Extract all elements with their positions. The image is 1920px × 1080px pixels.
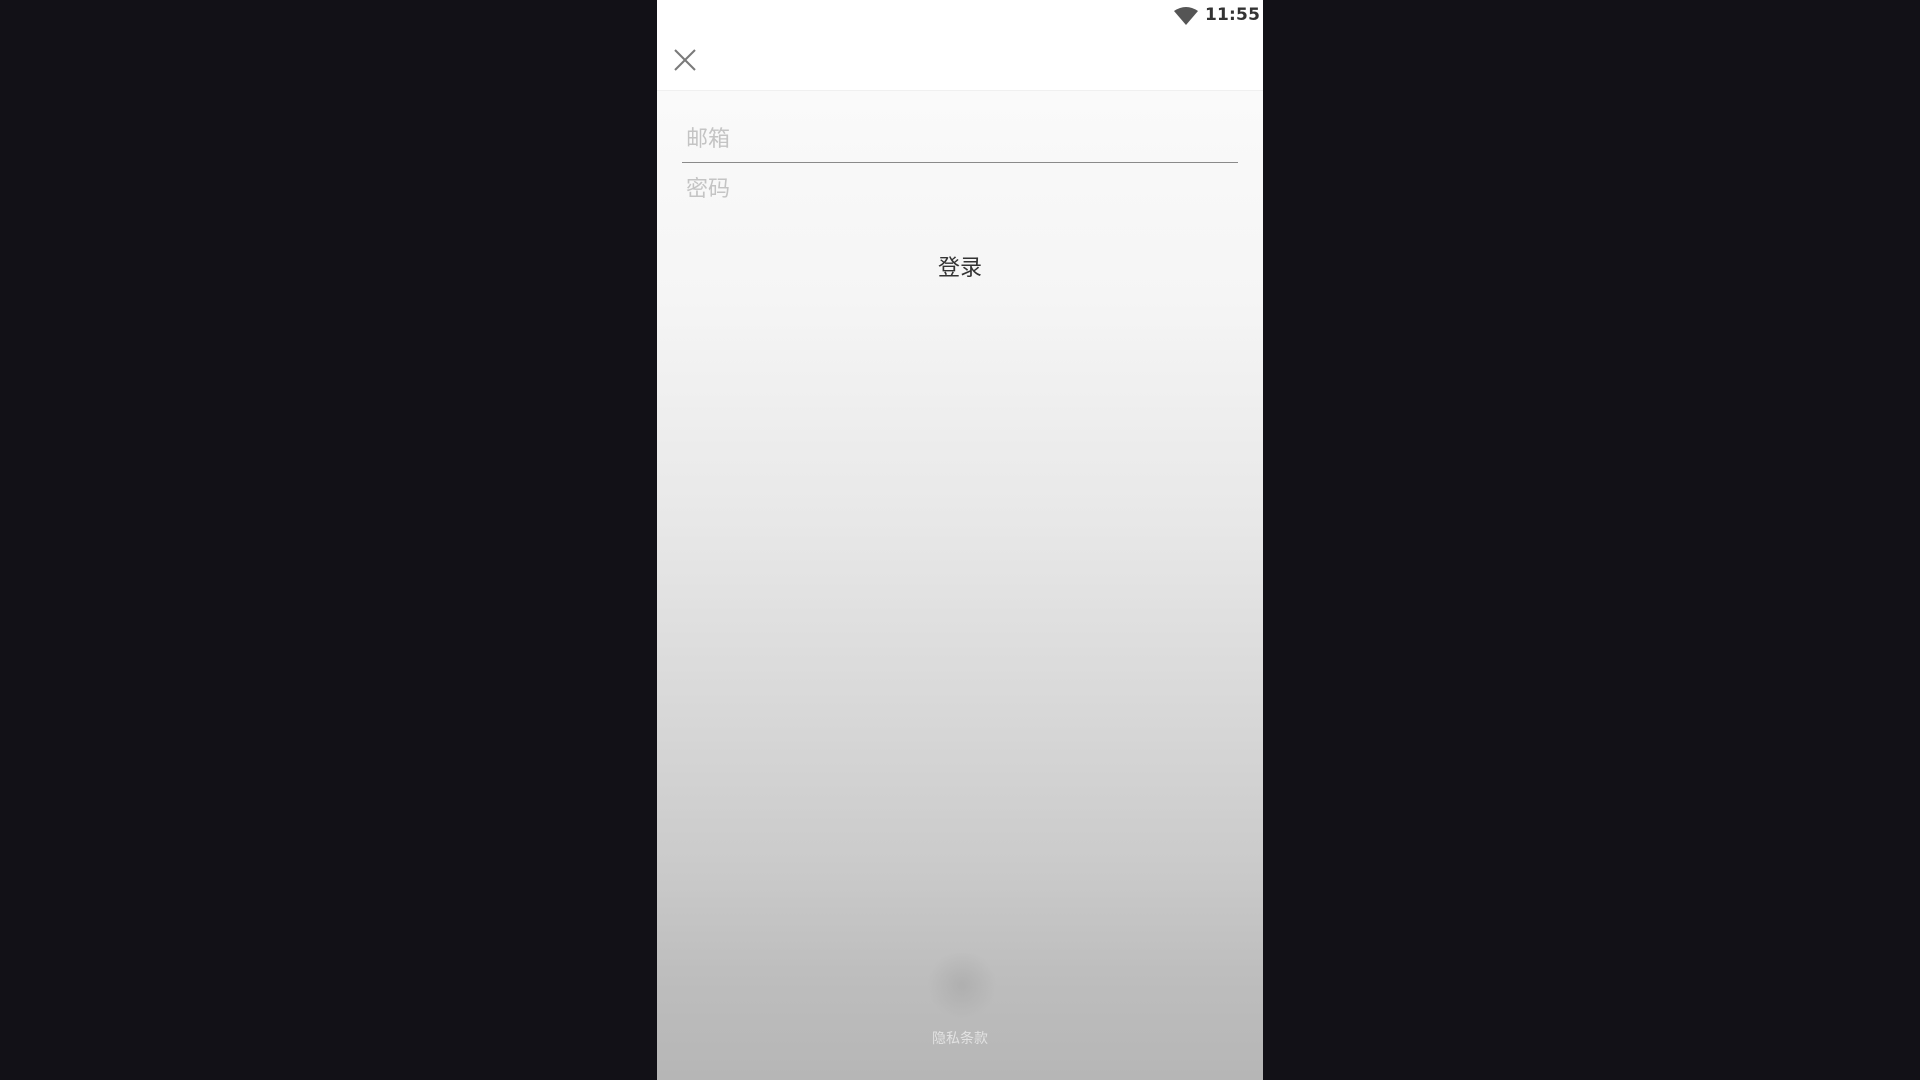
email-field [682,116,1238,163]
background-glow [927,950,997,1020]
login-button[interactable]: 登录 [860,246,1060,286]
email-input[interactable] [682,116,1238,162]
wifi-icon [1174,7,1198,25]
phone-screen: 11:55 登录 隐私条款 [657,0,1263,1080]
close-button[interactable] [669,44,701,76]
toolbar [657,32,1263,91]
close-icon [674,49,696,71]
status-bar: 11:55 [657,0,1263,32]
password-input[interactable] [682,166,1238,212]
password-field [682,166,1238,212]
screen-backdrop: 11:55 登录 隐私条款 [0,0,1920,1080]
privacy-policy-link[interactable]: 隐私条款 [860,1028,1060,1048]
status-time: 11:55 [1205,5,1261,25]
